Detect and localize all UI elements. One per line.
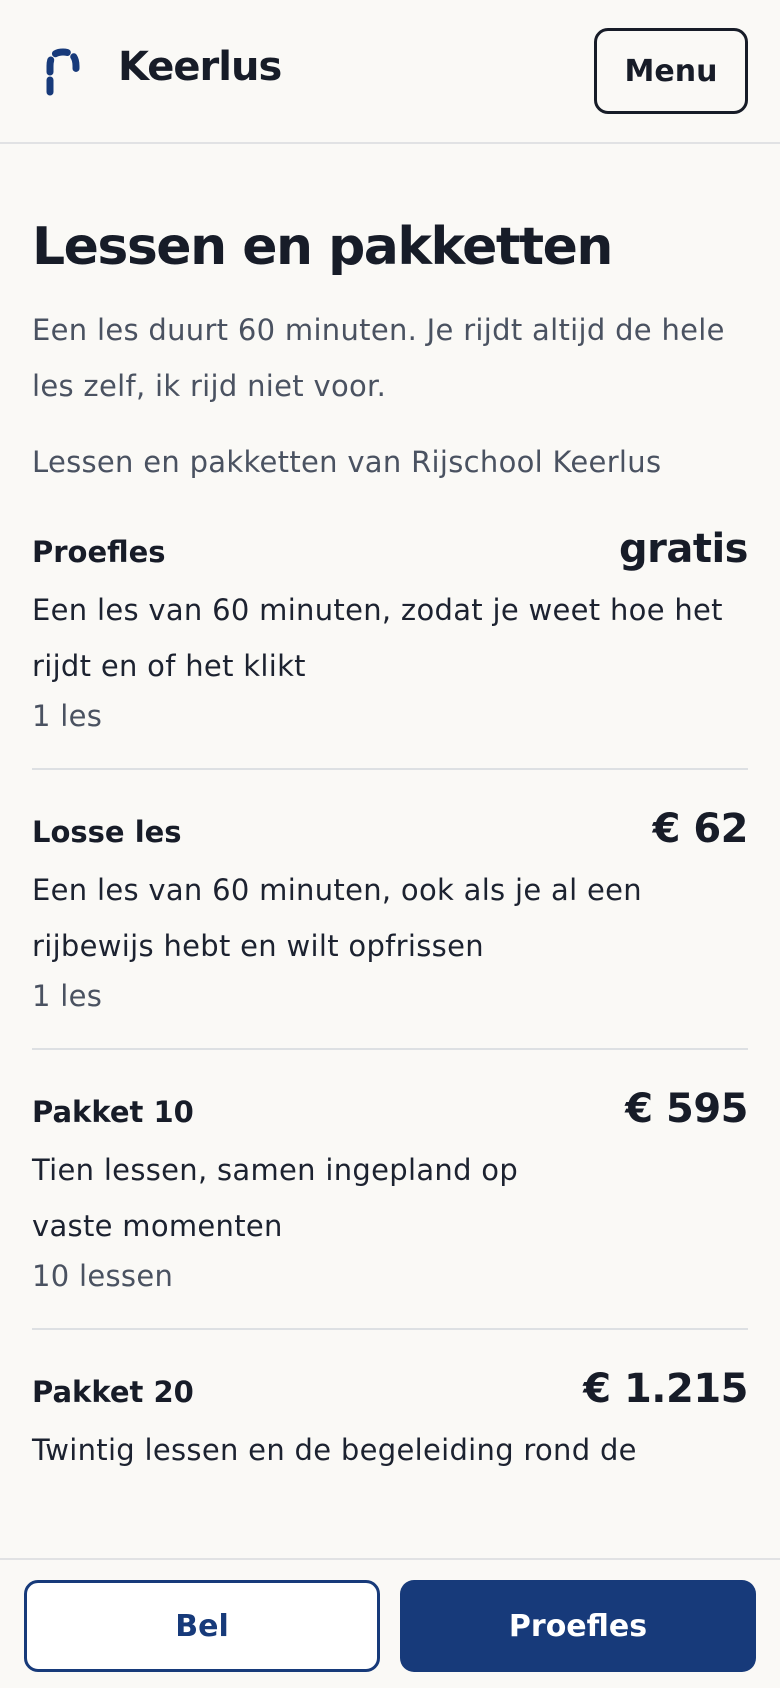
price-list: Proefles gratis Een les van 60 minuten, …: [32, 512, 749, 1508]
item-header: Pakket 10 € 595: [32, 1086, 748, 1132]
site-header: Keerlus Menu: [0, 0, 780, 144]
intro-text: Een les duurt 60 minuten. Je rijdt altij…: [32, 313, 725, 403]
call-button[interactable]: Bel: [24, 1580, 380, 1672]
keerlus-logo-icon[interactable]: [42, 46, 84, 102]
page-title: Lessen en pakketten: [32, 217, 613, 277]
list-item: Losse les € 62 Een les van 60 minuten, o…: [32, 770, 749, 1050]
item-description: Twintig lessen en de begeleiding rond de: [32, 1433, 637, 1467]
item-name: Pakket 20: [32, 1375, 194, 1409]
item-description: Een les van 60 minuten, zodat je weet ho…: [32, 593, 723, 683]
brand-name[interactable]: Keerlus: [118, 44, 282, 90]
menu-button[interactable]: Menu: [594, 28, 748, 114]
item-price: € 62: [652, 806, 749, 852]
item-count: 10 lessen: [32, 1259, 174, 1293]
main-content: Lessen en pakketten Een les duurt 60 min…: [32, 144, 749, 1508]
item-name: Proefles: [32, 535, 166, 569]
list-item: Pakket 10 € 595 Tien lessen, samen ingep…: [32, 1050, 748, 1330]
trial-lesson-button[interactable]: Proefles: [400, 1580, 756, 1672]
list-subheading: Lessen en pakketten van Rijschool Keerlu…: [32, 445, 662, 479]
item-name: Losse les: [32, 815, 182, 849]
item-price: € 595: [625, 1086, 748, 1132]
item-count: 1 les: [32, 699, 103, 733]
bottom-action-bar: Bel Proefles: [0, 1558, 780, 1688]
item-header: Pakket 20 € 1.215: [32, 1366, 748, 1412]
item-price: gratis: [619, 526, 749, 572]
item-header: Proefles gratis: [32, 526, 749, 572]
item-description: Tien lessen, samen ingepland op vaste mo…: [32, 1153, 519, 1243]
item-price: € 1.215: [583, 1366, 748, 1412]
item-count: 1 les: [32, 979, 103, 1013]
item-header: Losse les € 62: [32, 806, 749, 852]
item-description: Een les van 60 minuten, ook als je al ee…: [32, 873, 642, 963]
list-item: Proefles gratis Een les van 60 minuten, …: [32, 512, 749, 770]
list-item: Pakket 20 € 1.215 Twintig lessen en de b…: [32, 1330, 748, 1508]
item-name: Pakket 10: [32, 1095, 194, 1129]
